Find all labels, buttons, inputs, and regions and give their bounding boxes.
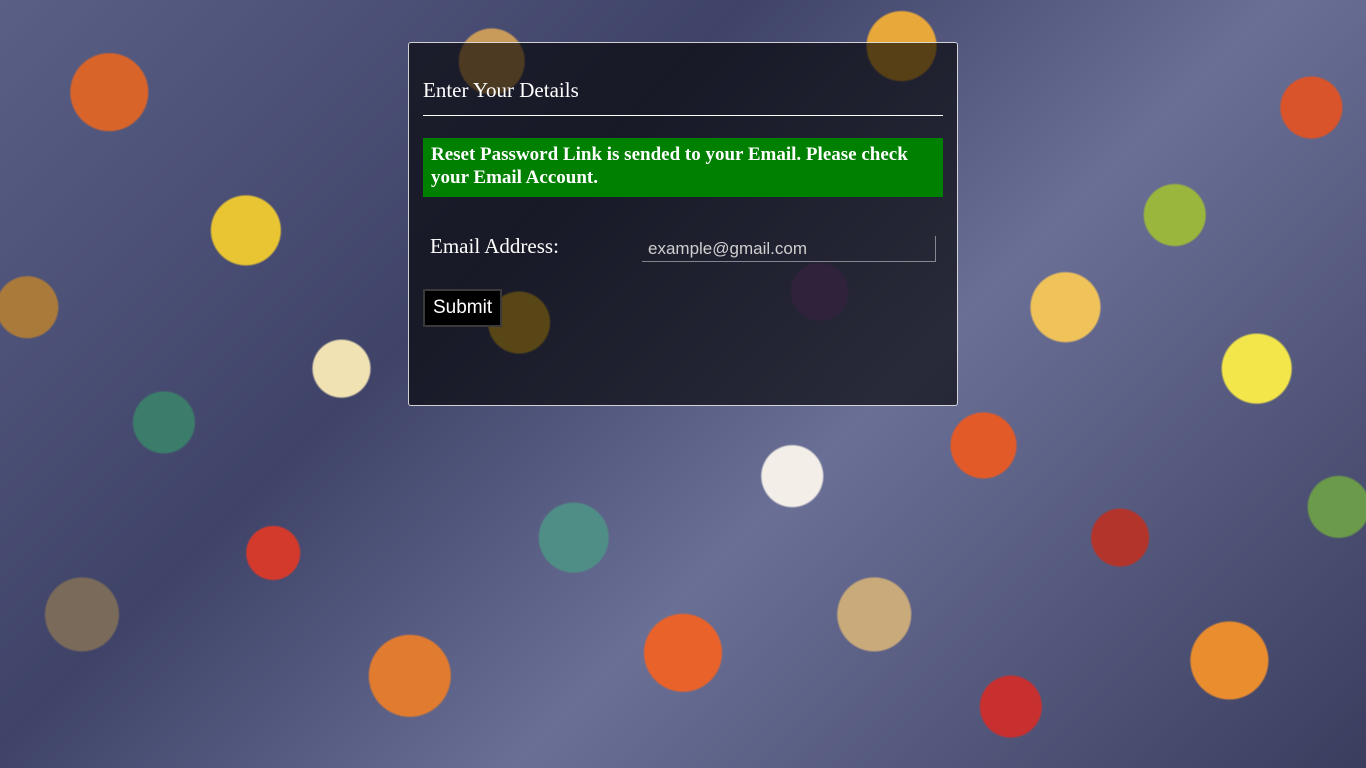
reset-password-panel: Enter Your Details Reset Password Link i…	[408, 42, 958, 406]
email-row: Email Address:	[423, 231, 943, 262]
email-label: Email Address:	[430, 233, 559, 258]
page-background: { "panel": { "title": "Enter Your Detail…	[0, 0, 1366, 768]
panel-title: Enter Your Details	[423, 43, 943, 116]
submit-button[interactable]: Submit	[423, 289, 503, 327]
email-input[interactable]	[642, 236, 936, 262]
success-alert: Reset Password Link is sended to your Em…	[423, 138, 943, 197]
